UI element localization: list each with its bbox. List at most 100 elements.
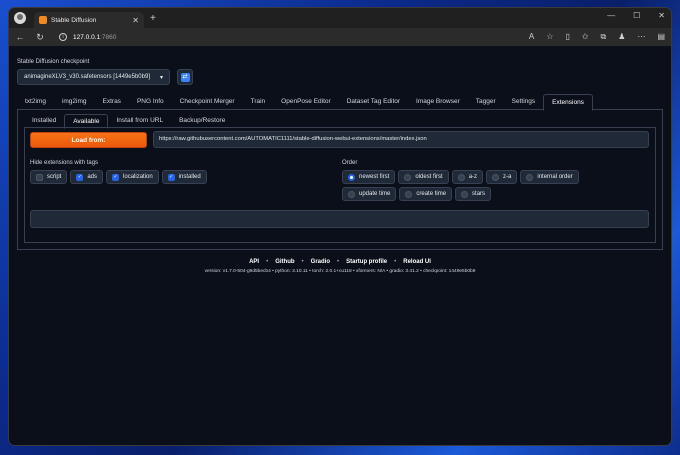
favicon-icon <box>39 16 47 24</box>
footer-links: API • Github • Gradio • Startup profile • Reload… <box>9 259 671 265</box>
subtab-available[interactable]: Available <box>64 114 109 129</box>
tab-checkpoint-merger[interactable]: Checkpoint Merger <box>172 94 243 110</box>
info-icon[interactable]: i <box>59 33 67 41</box>
checkpoint-dropdown[interactable]: animagineXLV3_v30.safetensors [1449e5b0b… <box>17 69 170 85</box>
tag-label: script <box>47 174 62 180</box>
radio-unselected-icon <box>461 190 469 198</box>
order-label-text: newest first <box>359 174 390 180</box>
profile-avatar[interactable] <box>14 12 26 24</box>
radio-unselected-icon <box>405 190 413 198</box>
back-icon[interactable]: ← <box>15 32 25 42</box>
webui-content: Stable Diffusion checkpoint animagineXLV… <box>9 46 671 445</box>
tag-label: localization <box>123 174 153 180</box>
extensions-sub-tabs: Installed Available Install from URL Backup… <box>24 114 656 129</box>
order-label-text: a-z <box>468 174 478 180</box>
tab-image-browser[interactable]: Image Browser <box>408 94 468 110</box>
separator: • <box>266 259 269 265</box>
radio-selected-icon <box>348 173 355 181</box>
order-label-text: update time <box>359 191 391 197</box>
tab-tagger[interactable]: Tagger <box>468 94 504 110</box>
extensions-panel: Installed Available Install from URL Backup… <box>17 110 663 250</box>
url-host: 127.0.0.1 <box>73 33 101 41</box>
footer-link-github[interactable]: Github <box>275 259 294 265</box>
footer-link-startup-profile[interactable]: Startup profile <box>346 259 387 265</box>
minimize-icon[interactable]: — <box>607 11 615 20</box>
footer-link-reload-ui[interactable]: Reload UI <box>403 259 431 265</box>
tab-png-info[interactable]: PNG Info <box>129 94 172 110</box>
sidebar-icon[interactable]: ▤ <box>657 32 665 42</box>
radio-unselected-icon <box>526 173 534 181</box>
version-info: version: v1.7.0-504-g9d5becb4 • python: … <box>204 269 476 274</box>
read-aloud-icon[interactable]: A <box>529 32 534 42</box>
order-radio-group: newest first oldest first a-z z-a internal o… <box>342 170 632 201</box>
more-icon[interactable]: ⋯ <box>637 32 645 42</box>
refresh-checkpoint-button[interactable]: ⇄ <box>177 69 193 85</box>
subtab-backup-restore[interactable]: Backup/Restore <box>171 114 233 128</box>
footer-link-api[interactable]: API <box>249 259 259 265</box>
collections-icon[interactable]: ⧉ <box>601 32 607 42</box>
split-screen-icon[interactable]: ▯ <box>565 32 569 42</box>
order-label-text: oldest first <box>415 174 443 180</box>
tab-img2img[interactable]: img2img <box>54 94 95 110</box>
hide-tags-label: Hide extensions with tags <box>30 160 99 166</box>
tag-label: installed <box>178 174 201 180</box>
close-window-icon[interactable]: ✕ <box>658 11 665 20</box>
extensions-icon[interactable]: ♟ <box>618 32 625 42</box>
tag-checkbox-ads[interactable]: ✓ ads <box>70 170 104 184</box>
refresh-icon: ⇄ <box>180 72 190 82</box>
url-port: :7860 <box>100 33 117 41</box>
tab-extras[interactable]: Extras <box>95 94 129 110</box>
checked-box-icon: ✓ <box>167 173 175 181</box>
order-radio-create-time[interactable]: create time <box>399 187 453 201</box>
order-label: Order <box>342 160 358 166</box>
order-radio-oldest-first[interactable]: oldest first <box>398 170 449 184</box>
order-label-text: z-a <box>503 174 512 180</box>
order-label-text: create time <box>416 191 447 197</box>
address-bar: ← ↻ i 127.0.0.1:7860 A ☆ ▯ ✩ ⧉ ♟ ⋯ ▤ <box>9 28 671 46</box>
browser-toolbar: A ☆ ▯ ✩ ⧉ ♟ ⋯ ▤ <box>529 32 665 42</box>
tab-extensions[interactable]: Extensions <box>543 94 593 111</box>
favorites-icon[interactable]: ✩ <box>582 32 589 42</box>
order-radio-stars[interactable]: stars <box>455 187 492 201</box>
tab-txt2img[interactable]: txt2img <box>17 94 54 110</box>
main-tabs: txt2img img2img Extras PNG Info Checkpoint M… <box>17 94 663 111</box>
checkpoint-value: animagineXLV3_v30.safetensors [1449e5b0b… <box>24 74 150 80</box>
order-radio-newest-first[interactable]: newest first <box>342 170 396 184</box>
tag-checkbox-script[interactable]: script <box>30 170 68 184</box>
tag-label: ads <box>87 174 98 180</box>
order-radio-a-z[interactable]: a-z <box>451 170 484 184</box>
available-panel: Load from: https://raw.githubusercontent… <box>24 128 656 243</box>
url-field[interactable]: i 127.0.0.1:7860 <box>59 33 519 41</box>
tab-train[interactable]: Train <box>243 94 274 110</box>
radio-unselected-icon <box>348 190 355 198</box>
window-controls: — ☐ ✕ <box>607 11 665 20</box>
tab-title: Stable Diffusion <box>51 16 97 24</box>
tag-checkbox-localization[interactable]: ✓ localization <box>106 170 159 184</box>
index-url-input[interactable]: https://raw.githubusercontent.com/AUTOMA… <box>153 131 649 148</box>
tag-checkbox-installed[interactable]: ✓ installed <box>161 170 207 184</box>
subtab-install-from-url[interactable]: Install from URL <box>108 114 171 128</box>
maximize-icon[interactable]: ☐ <box>633 11 640 20</box>
radio-unselected-icon <box>457 173 465 181</box>
order-label-text: internal order <box>537 174 573 180</box>
radio-unselected-icon <box>492 173 500 181</box>
tab-settings[interactable]: Settings <box>504 94 544 110</box>
footer-link-gradio[interactable]: Gradio <box>311 259 330 265</box>
reload-icon[interactable]: ↻ <box>35 32 45 43</box>
order-radio-internal-order[interactable]: internal order <box>520 170 579 184</box>
plus-icon[interactable]: + <box>150 13 156 24</box>
tab-bar: Stable Diffusion ✕ + — ☐ ✕ <box>9 8 671 28</box>
order-radio-update-time[interactable]: update time <box>342 187 397 201</box>
subtab-installed[interactable]: Installed <box>24 114 64 128</box>
tab-dataset-tag-editor[interactable]: Dataset Tag Editor <box>339 94 408 110</box>
order-radio-z-a[interactable]: z-a <box>486 170 518 184</box>
checkpoint-label: Stable Diffusion checkpoint <box>17 59 90 65</box>
load-from-button[interactable]: Load from: <box>30 132 147 148</box>
browser-tab[interactable]: Stable Diffusion ✕ <box>34 12 144 28</box>
close-tab-icon[interactable]: ✕ <box>132 16 139 25</box>
checked-box-icon: ✓ <box>112 173 120 181</box>
order-label-text: stars <box>472 191 486 197</box>
tab-openpose-editor[interactable]: OpenPose Editor <box>273 94 339 110</box>
checked-box-icon: ✓ <box>76 173 84 181</box>
favorite-star-icon[interactable]: ☆ <box>546 32 553 42</box>
